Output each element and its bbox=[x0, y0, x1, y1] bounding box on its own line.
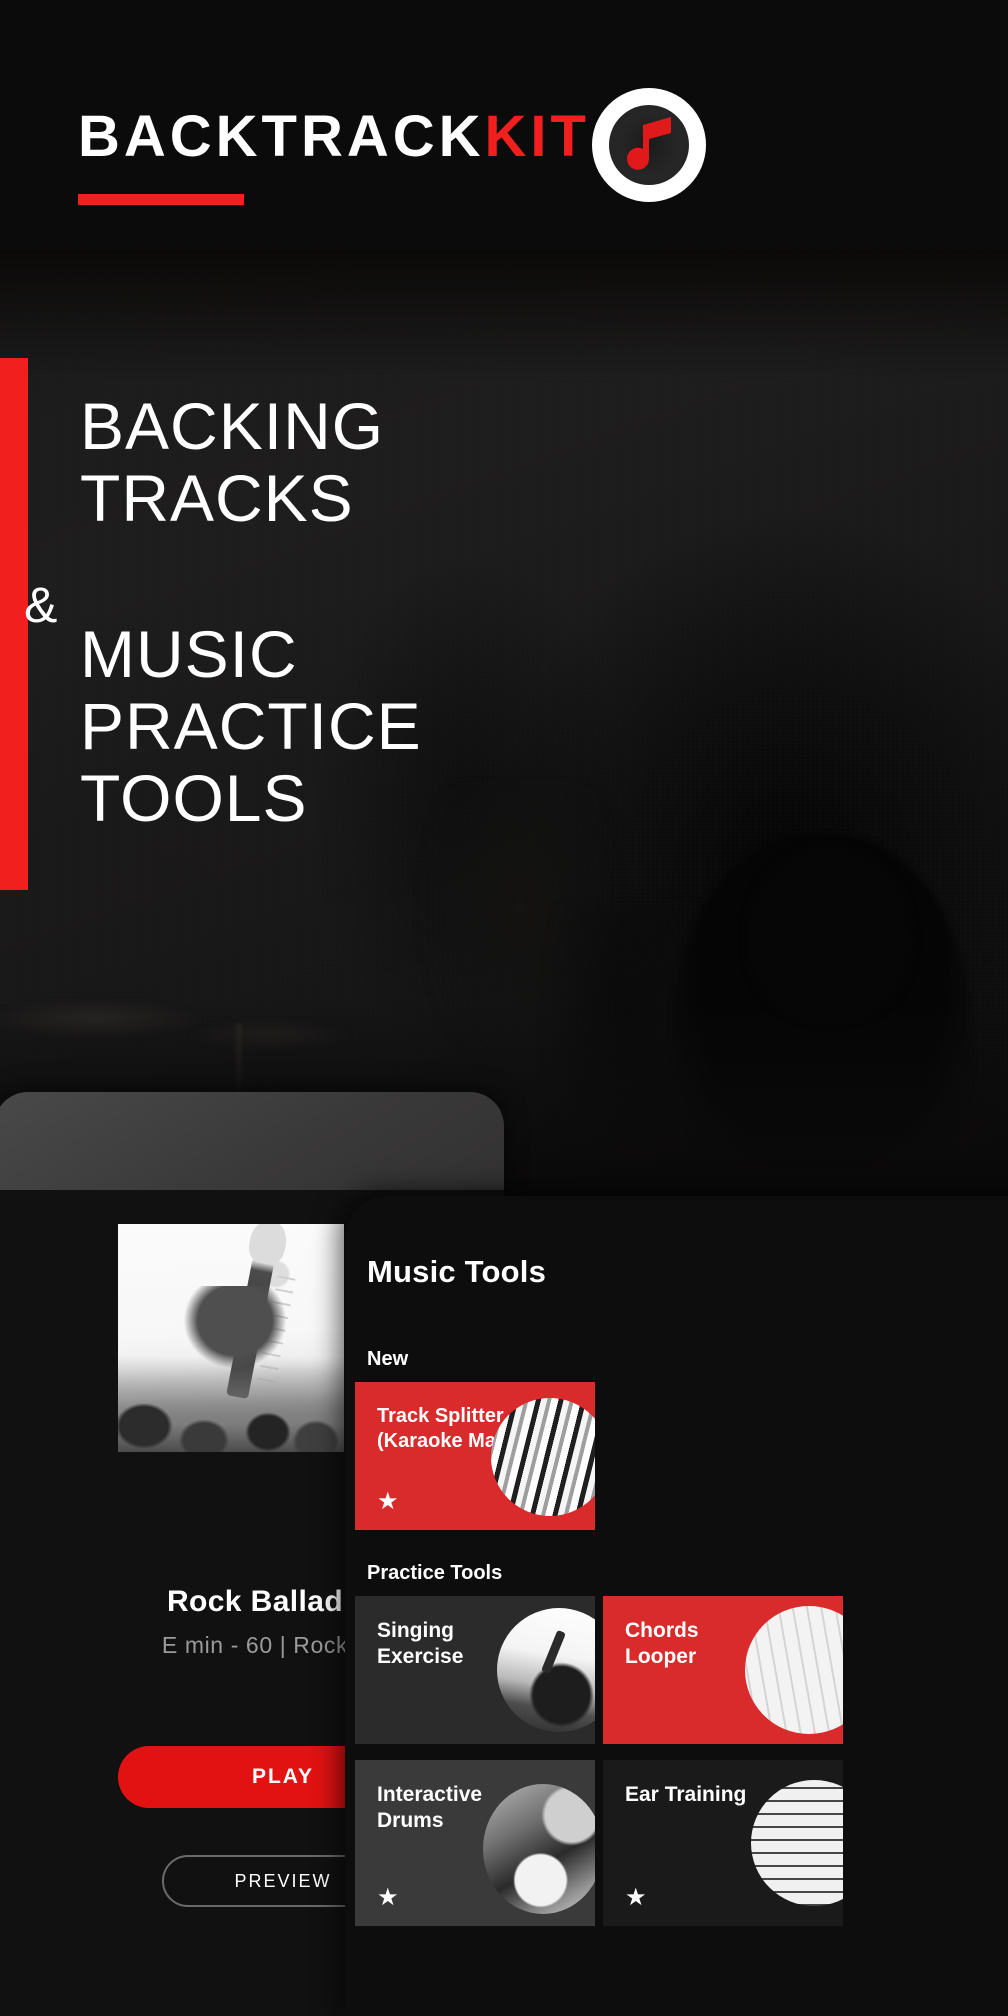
logo-note-glyph bbox=[627, 117, 671, 170]
music-tools-panel: Music Tools New Track Splitter (Karaoke … bbox=[345, 1196, 1008, 2016]
music-tools-title: Music Tools bbox=[367, 1254, 547, 1289]
tool-card-chords-looper[interactable]: Chords Looper bbox=[603, 1596, 843, 1744]
star-icon: ★ bbox=[625, 1884, 647, 1911]
poster-root: BACKTRACKKIT BACKING TRACKS & MUSIC PRAC… bbox=[0, 0, 1008, 2016]
tool-card-ear-training[interactable]: Ear Training ★ bbox=[603, 1760, 843, 1926]
section-label-practice-tools: Practice Tools bbox=[367, 1562, 503, 1584]
brand-name-primary: BACKTRACK bbox=[78, 104, 485, 169]
hero-ampersand: & bbox=[24, 577, 58, 633]
hero-line-tools: TOOLS bbox=[80, 761, 308, 835]
hero-line-practice: PRACTICE bbox=[80, 689, 422, 763]
mixing-console-photo bbox=[491, 1398, 595, 1516]
hero-line-tracks: TRACKS bbox=[80, 461, 354, 535]
tool-card-title: Ear Training bbox=[625, 1783, 747, 1806]
brand-underline-rule bbox=[78, 194, 244, 205]
hero-line-backing: BACKING bbox=[80, 389, 385, 463]
star-icon: ★ bbox=[377, 1884, 399, 1911]
hero-line-music: MUSIC bbox=[80, 617, 298, 691]
tool-card-singing-exercise[interactable]: Singing Exercise bbox=[355, 1596, 595, 1744]
hero-headline-top: BACKING TRACKS bbox=[80, 390, 680, 534]
section-label-new: New bbox=[367, 1348, 409, 1370]
tool-card-title: Chords Looper bbox=[625, 1619, 699, 1668]
background-drummer-head bbox=[747, 845, 912, 1020]
brand-name-accent: KIT bbox=[484, 104, 590, 169]
tool-card-interactive-drums[interactable]: Interactive Drums ★ bbox=[355, 1760, 595, 1926]
track-artwork bbox=[118, 1224, 344, 1452]
brand-wordmark: BACKTRACKKIT bbox=[78, 108, 590, 166]
hero-headline-bottom: MUSIC PRACTICE TOOLS bbox=[80, 618, 700, 834]
background-fade-top bbox=[0, 250, 1008, 380]
tool-card-track-splitter[interactable]: Track Splitter (Karaoke Maker) ★ bbox=[355, 1382, 595, 1530]
tool-card-title: Singing Exercise bbox=[377, 1619, 464, 1668]
drum-kit-photo bbox=[483, 1784, 595, 1914]
star-icon: ★ bbox=[377, 1488, 399, 1515]
music-note-circle-icon bbox=[592, 88, 706, 202]
crowd-hands bbox=[118, 1356, 344, 1452]
